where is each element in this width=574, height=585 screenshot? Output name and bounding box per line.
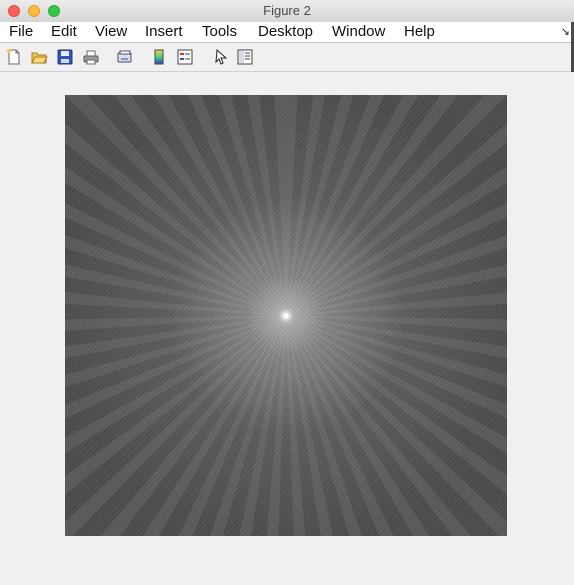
menu-view[interactable]: View <box>95 23 127 41</box>
menu-insert[interactable]: Insert <box>145 23 183 41</box>
menu-edit[interactable]: Edit <box>51 23 77 41</box>
save-icon[interactable] <box>56 48 74 66</box>
menu-bar: File Edit View Insert Tools Desktop Wind… <box>0 22 574 43</box>
title-bar[interactable]: Figure 2 <box>0 0 574 23</box>
open-file-icon[interactable] <box>30 48 48 66</box>
figure-toolbar <box>0 43 574 72</box>
link-plot-icon[interactable] <box>116 48 134 66</box>
spectrum-image[interactable] <box>65 95 507 536</box>
spectrum-center <box>284 314 288 318</box>
insert-legend-icon[interactable] <box>176 48 194 66</box>
menu-window[interactable]: Window <box>332 23 385 41</box>
figure-window: Figure 2 File Edit View Insert Tools Des… <box>0 0 574 585</box>
menu-file[interactable]: File <box>9 23 33 41</box>
property-inspector-icon[interactable] <box>236 48 254 66</box>
menubar-overflow-icon[interactable]: ↘ <box>561 25 570 38</box>
menu-help[interactable]: Help <box>404 23 435 41</box>
menu-desktop[interactable]: Desktop <box>258 23 313 41</box>
figure-canvas[interactable] <box>0 72 574 585</box>
window-title: Figure 2 <box>263 3 311 18</box>
edit-plot-pointer-icon[interactable] <box>212 48 230 66</box>
insert-colorbar-icon[interactable] <box>150 48 168 66</box>
new-figure-icon[interactable] <box>5 48 23 66</box>
menu-tools[interactable]: Tools <box>202 23 237 41</box>
print-icon[interactable] <box>82 48 100 66</box>
